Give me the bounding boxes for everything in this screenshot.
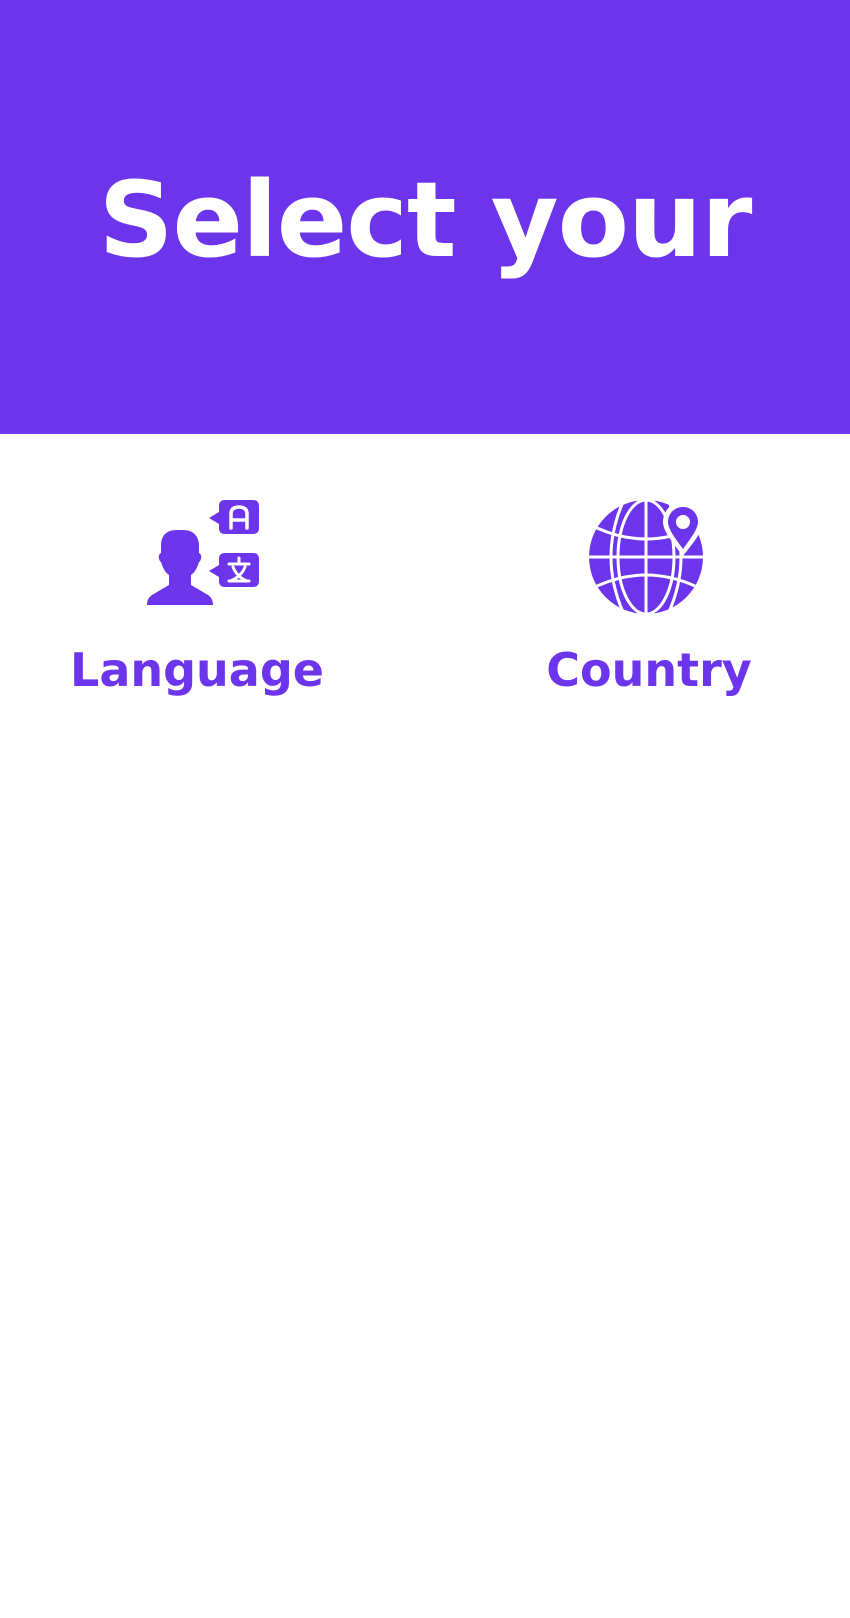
language-translate-icon bbox=[127, 490, 267, 620]
globe-location-icon bbox=[579, 490, 719, 620]
page-title: Select your bbox=[98, 159, 753, 281]
language-label: Language bbox=[70, 643, 324, 697]
page: Select your Language Country bbox=[0, 0, 850, 1618]
header-banner: Select your bbox=[0, 0, 850, 434]
country-label: Country bbox=[546, 643, 752, 697]
country-option[interactable]: Country bbox=[499, 490, 799, 720]
language-option[interactable]: Language bbox=[47, 490, 347, 720]
